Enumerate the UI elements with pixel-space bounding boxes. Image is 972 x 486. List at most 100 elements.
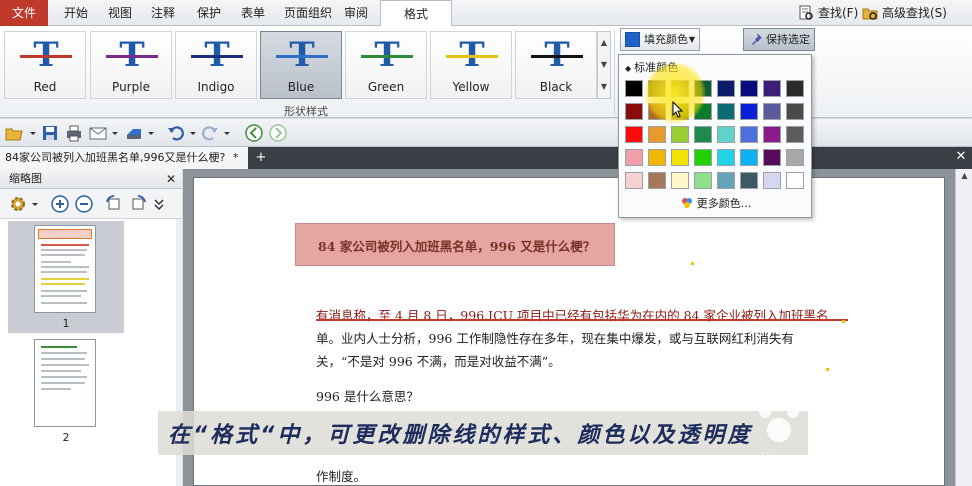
style-tile-green[interactable]: T Green — [345, 31, 427, 99]
color-swatch[interactable] — [717, 149, 735, 166]
tab-protect[interactable]: 保护 — [193, 0, 225, 26]
fill-color-button[interactable]: 填充颜色 ▼ — [620, 28, 700, 51]
color-swatch[interactable] — [717, 172, 735, 189]
color-swatch[interactable] — [671, 126, 689, 143]
caption-text: 在“格式“中，可更改删除线的样式、颜色以及透明度 — [168, 423, 753, 448]
tab-format[interactable]: 格式 — [380, 0, 452, 27]
thumbnail-page-2[interactable]: 2 — [8, 337, 124, 449]
color-swatch[interactable] — [786, 149, 804, 166]
gallery-down-icon[interactable]: ▼ — [598, 54, 610, 76]
color-swatch[interactable] — [625, 103, 643, 120]
thumbnail-page-image — [34, 339, 96, 427]
tab-review[interactable]: 审阅 — [340, 0, 372, 26]
advanced-find-button[interactable]: 高级查找(S) — [860, 3, 947, 23]
tab-form[interactable]: 表单 — [237, 0, 269, 26]
paragraph-line: 有消息称，至 4 月 8 日，996.ICU 项目中已经有包括华为在内的 84 … — [316, 308, 829, 323]
close-panel-icon[interactable]: ✕ — [166, 169, 176, 189]
color-swatch[interactable] — [786, 103, 804, 120]
open-folder-icon[interactable] — [4, 123, 24, 143]
open-dropdown-icon[interactable] — [28, 123, 38, 143]
tab-document[interactable]: 84家公司被列入加班黑名单,996又是什么梗? * — [0, 147, 248, 169]
rotate-right-icon[interactable] — [128, 194, 148, 214]
new-tab-icon[interactable]: + — [254, 151, 268, 165]
scan-dropdown-icon[interactable] — [146, 123, 156, 143]
style-tile-yellow[interactable]: T Yellow — [430, 31, 512, 99]
find-button[interactable]: 查找(F) — [796, 3, 858, 23]
color-swatch[interactable] — [671, 149, 689, 166]
back-icon[interactable] — [244, 123, 264, 143]
tab-home[interactable]: 开始 — [60, 0, 92, 26]
more-options-icon[interactable] — [152, 194, 166, 214]
color-swatch[interactable] — [625, 149, 643, 166]
redo-dropdown-icon[interactable] — [222, 123, 232, 143]
style-tile-blue[interactable]: T Blue — [260, 31, 342, 99]
gallery-scroll[interactable]: ▲ ▼ ▼ — [597, 31, 611, 99]
color-swatch[interactable] — [717, 103, 735, 120]
email-dropdown-icon[interactable] — [110, 123, 120, 143]
undo-icon[interactable] — [166, 123, 186, 143]
color-swatch[interactable] — [648, 126, 666, 143]
undo-dropdown-icon[interactable] — [188, 123, 198, 143]
color-swatch[interactable] — [786, 80, 804, 97]
color-swatch[interactable] — [763, 103, 781, 120]
email-icon[interactable] — [88, 123, 108, 143]
color-swatch[interactable] — [648, 149, 666, 166]
keep-selected-button[interactable]: 保持选定 — [743, 28, 815, 51]
style-tile-black[interactable]: T Black — [515, 31, 597, 99]
tab-view[interactable]: 视图 — [104, 0, 136, 26]
style-tile-label: Purple — [112, 80, 150, 94]
color-swatch[interactable] — [763, 172, 781, 189]
tab-file[interactable]: 文件 — [0, 0, 48, 26]
fill-color-swatch-icon — [625, 32, 640, 47]
color-swatch[interactable] — [671, 172, 689, 189]
color-swatch[interactable] — [763, 80, 781, 97]
color-swatch[interactable] — [625, 126, 643, 143]
vertical-scrollbar[interactable]: ▲ — [955, 169, 972, 486]
rotate-left-icon[interactable] — [104, 194, 124, 214]
gallery-expand-icon[interactable]: ▼ — [598, 76, 610, 98]
color-swatch[interactable] — [786, 172, 804, 189]
color-swatch[interactable] — [625, 172, 643, 189]
color-swatch[interactable] — [740, 126, 758, 143]
scan-icon[interactable] — [124, 123, 144, 143]
more-colors-button[interactable]: 更多颜色... — [619, 195, 813, 211]
color-swatch[interactable] — [625, 80, 643, 97]
color-swatch[interactable] — [648, 172, 666, 189]
color-swatch[interactable] — [717, 126, 735, 143]
modified-marker: * — [232, 151, 239, 164]
zoom-out-icon[interactable] — [74, 194, 94, 214]
color-swatch[interactable] — [740, 103, 758, 120]
title-highlight-box[interactable]: 84 家公司被列入加班黑名单，996 又是什么梗？ — [295, 223, 615, 266]
redo-icon[interactable] — [200, 123, 220, 143]
color-swatch[interactable] — [763, 126, 781, 143]
find-label: 查找(F) — [818, 6, 859, 20]
save-icon[interactable] — [40, 123, 60, 143]
gear-icon[interactable] — [8, 194, 28, 214]
ribbon-menu-bar: 文件 开始 视图 注释 保护 表单 页面组织 审阅 格式 查找(F) 高级查找(… — [0, 0, 972, 27]
tab-comment[interactable]: 注释 — [147, 0, 179, 26]
scroll-up-icon[interactable]: ▲ — [956, 171, 972, 180]
zoom-in-icon[interactable] — [50, 194, 70, 214]
color-swatch[interactable] — [740, 149, 758, 166]
thumbnail-page-1[interactable]: 1 — [8, 221, 124, 333]
gallery-up-icon[interactable]: ▲ — [598, 32, 610, 54]
close-icon[interactable]: ✕ — [954, 150, 968, 164]
color-swatch[interactable] — [740, 172, 758, 189]
color-swatch[interactable] — [740, 80, 758, 97]
style-tile-label: Yellow — [452, 80, 490, 94]
style-tile-purple[interactable]: T Purple — [90, 31, 172, 99]
print-icon[interactable] — [64, 123, 84, 143]
forward-icon[interactable] — [268, 123, 288, 143]
color-swatch[interactable] — [763, 149, 781, 166]
color-swatch[interactable] — [717, 80, 735, 97]
style-tile-indigo[interactable]: T Indigo — [175, 31, 257, 99]
options-dropdown-icon[interactable] — [30, 194, 40, 214]
tab-page-organize[interactable]: 页面组织 — [280, 0, 336, 26]
color-swatch[interactable] — [694, 126, 712, 143]
ribbon-divider — [614, 30, 615, 114]
strikethrough-line[interactable] — [316, 319, 848, 321]
style-tile-red[interactable]: T Red — [4, 31, 86, 99]
color-swatch[interactable] — [694, 172, 712, 189]
color-swatch[interactable] — [786, 126, 804, 143]
color-swatch[interactable] — [694, 149, 712, 166]
